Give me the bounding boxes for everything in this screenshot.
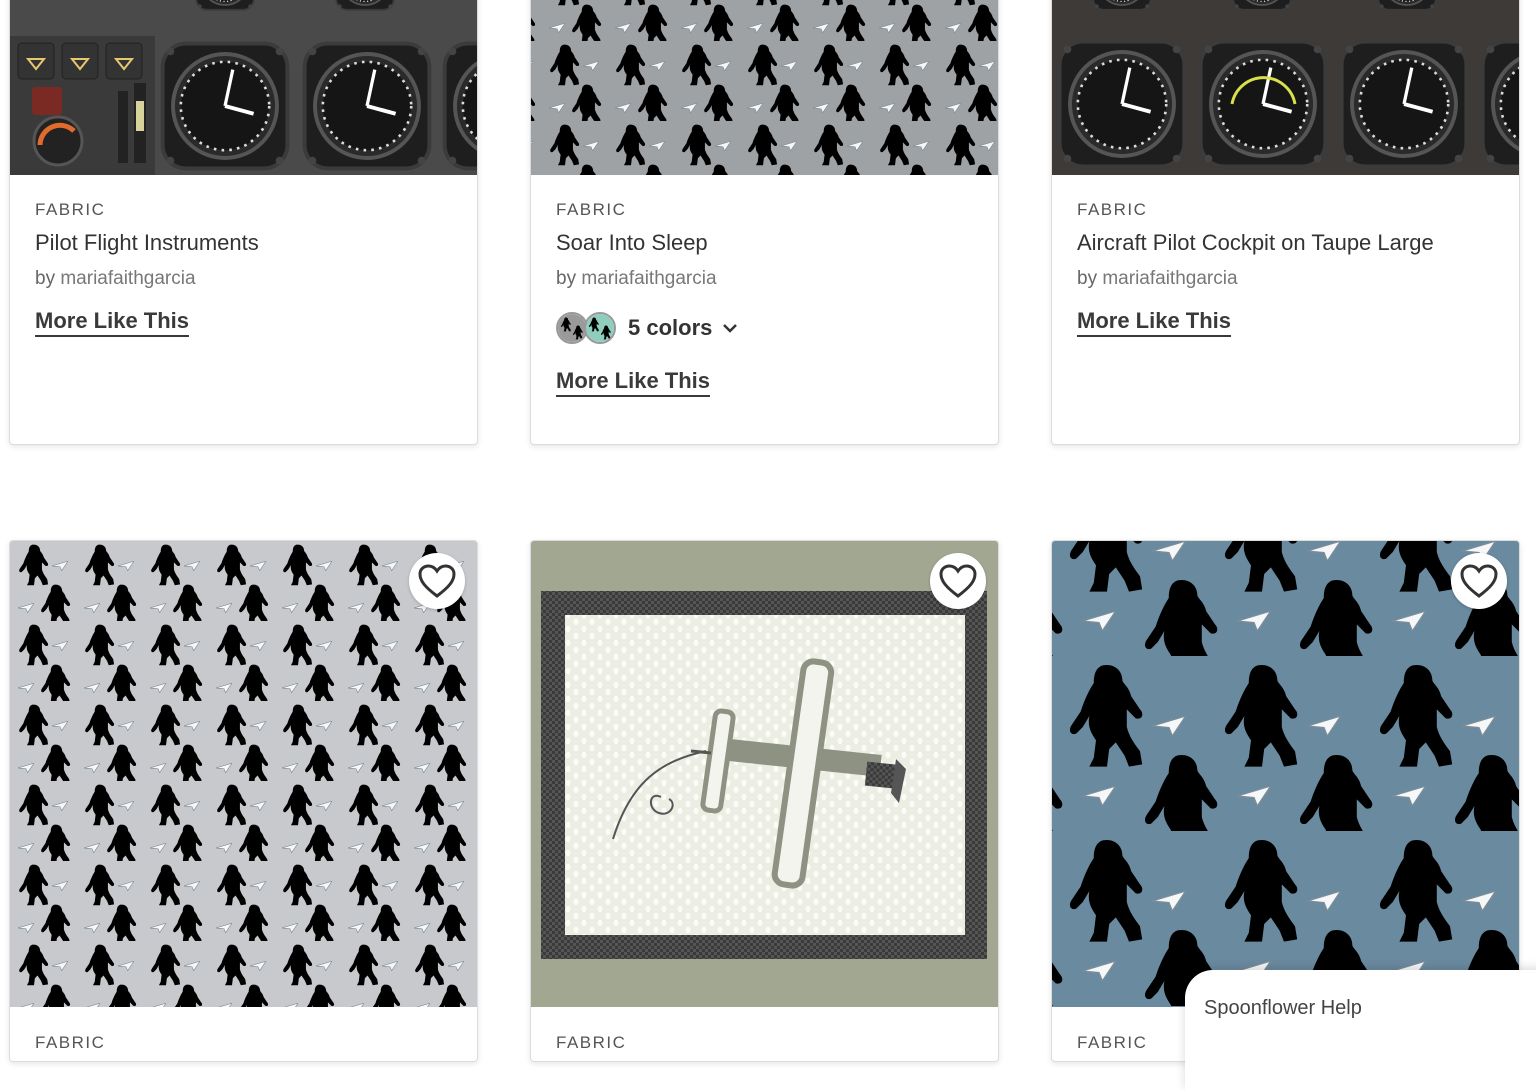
product-title[interactable]: Pilot Flight Instruments <box>35 230 457 256</box>
designer-link[interactable]: mariafaithgarcia <box>60 268 195 289</box>
by-label: by <box>556 268 577 289</box>
product-category: FABRIC <box>35 1033 106 1052</box>
product-image-sasquatch-blue[interactable] <box>1052 541 1519 1007</box>
designer-byline: by mariafaithgarcia <box>35 268 457 290</box>
designer-link[interactable]: mariafaithgarcia <box>1102 268 1237 289</box>
favorite-button[interactable] <box>409 553 465 609</box>
chevron-down-icon[interactable] <box>722 322 738 334</box>
product-card[interactable]: FABRIC Aircraft Pilot Cockpit on Taupe L… <box>1051 0 1520 445</box>
product-card[interactable]: FABRIC <box>530 540 999 1062</box>
product-category: FABRIC <box>35 200 106 219</box>
product-image-soar-into-sleep[interactable] <box>531 0 998 175</box>
product-title[interactable]: Soar Into Sleep <box>556 230 978 256</box>
by-label: by <box>1077 268 1098 289</box>
designer-link[interactable]: mariafaithgarcia <box>581 268 716 289</box>
product-category: FABRIC <box>556 1033 627 1052</box>
colorway-count[interactable]: 5 colors <box>628 315 712 341</box>
more-like-this-link[interactable]: More Like This <box>556 368 711 397</box>
favorite-button[interactable] <box>930 553 986 609</box>
colorway-swatch-mint[interactable] <box>584 312 616 344</box>
colorway-selector[interactable]: 5 colors <box>556 312 978 344</box>
designer-byline: by mariafaithgarcia <box>556 268 978 290</box>
more-like-this-link[interactable]: More Like This <box>1077 308 1232 337</box>
product-card[interactable]: FABRIC Pilot Flight Instruments by maria… <box>9 0 478 445</box>
product-image-sasquatch-grey[interactable] <box>10 541 477 1007</box>
product-image-aircraft-cockpit[interactable] <box>1052 0 1519 175</box>
heart-outline-icon <box>1460 564 1498 598</box>
product-image-biplane-panel[interactable] <box>531 541 998 1007</box>
heart-outline-icon <box>939 564 977 598</box>
heart-outline-icon <box>418 564 456 598</box>
product-card[interactable]: FABRIC Soar Into Sleep by mariafaithgarc… <box>530 0 999 445</box>
product-category: FABRIC <box>556 200 627 219</box>
product-category: FABRIC <box>1077 200 1148 219</box>
help-widget-label[interactable]: Spoonflower Help <box>1204 997 1362 1020</box>
designer-byline: by mariafaithgarcia <box>1077 268 1499 290</box>
by-label: by <box>35 268 56 289</box>
help-widget[interactable]: Spoonflower Help <box>1185 970 1536 1090</box>
more-like-this-link[interactable]: More Like This <box>35 308 190 337</box>
product-image-pilot-instruments[interactable] <box>10 0 477 175</box>
product-title[interactable]: Aircraft Pilot Cockpit on Taupe Large <box>1077 230 1499 256</box>
product-card[interactable]: FABRIC <box>9 540 478 1062</box>
favorite-button[interactable] <box>1451 553 1507 609</box>
